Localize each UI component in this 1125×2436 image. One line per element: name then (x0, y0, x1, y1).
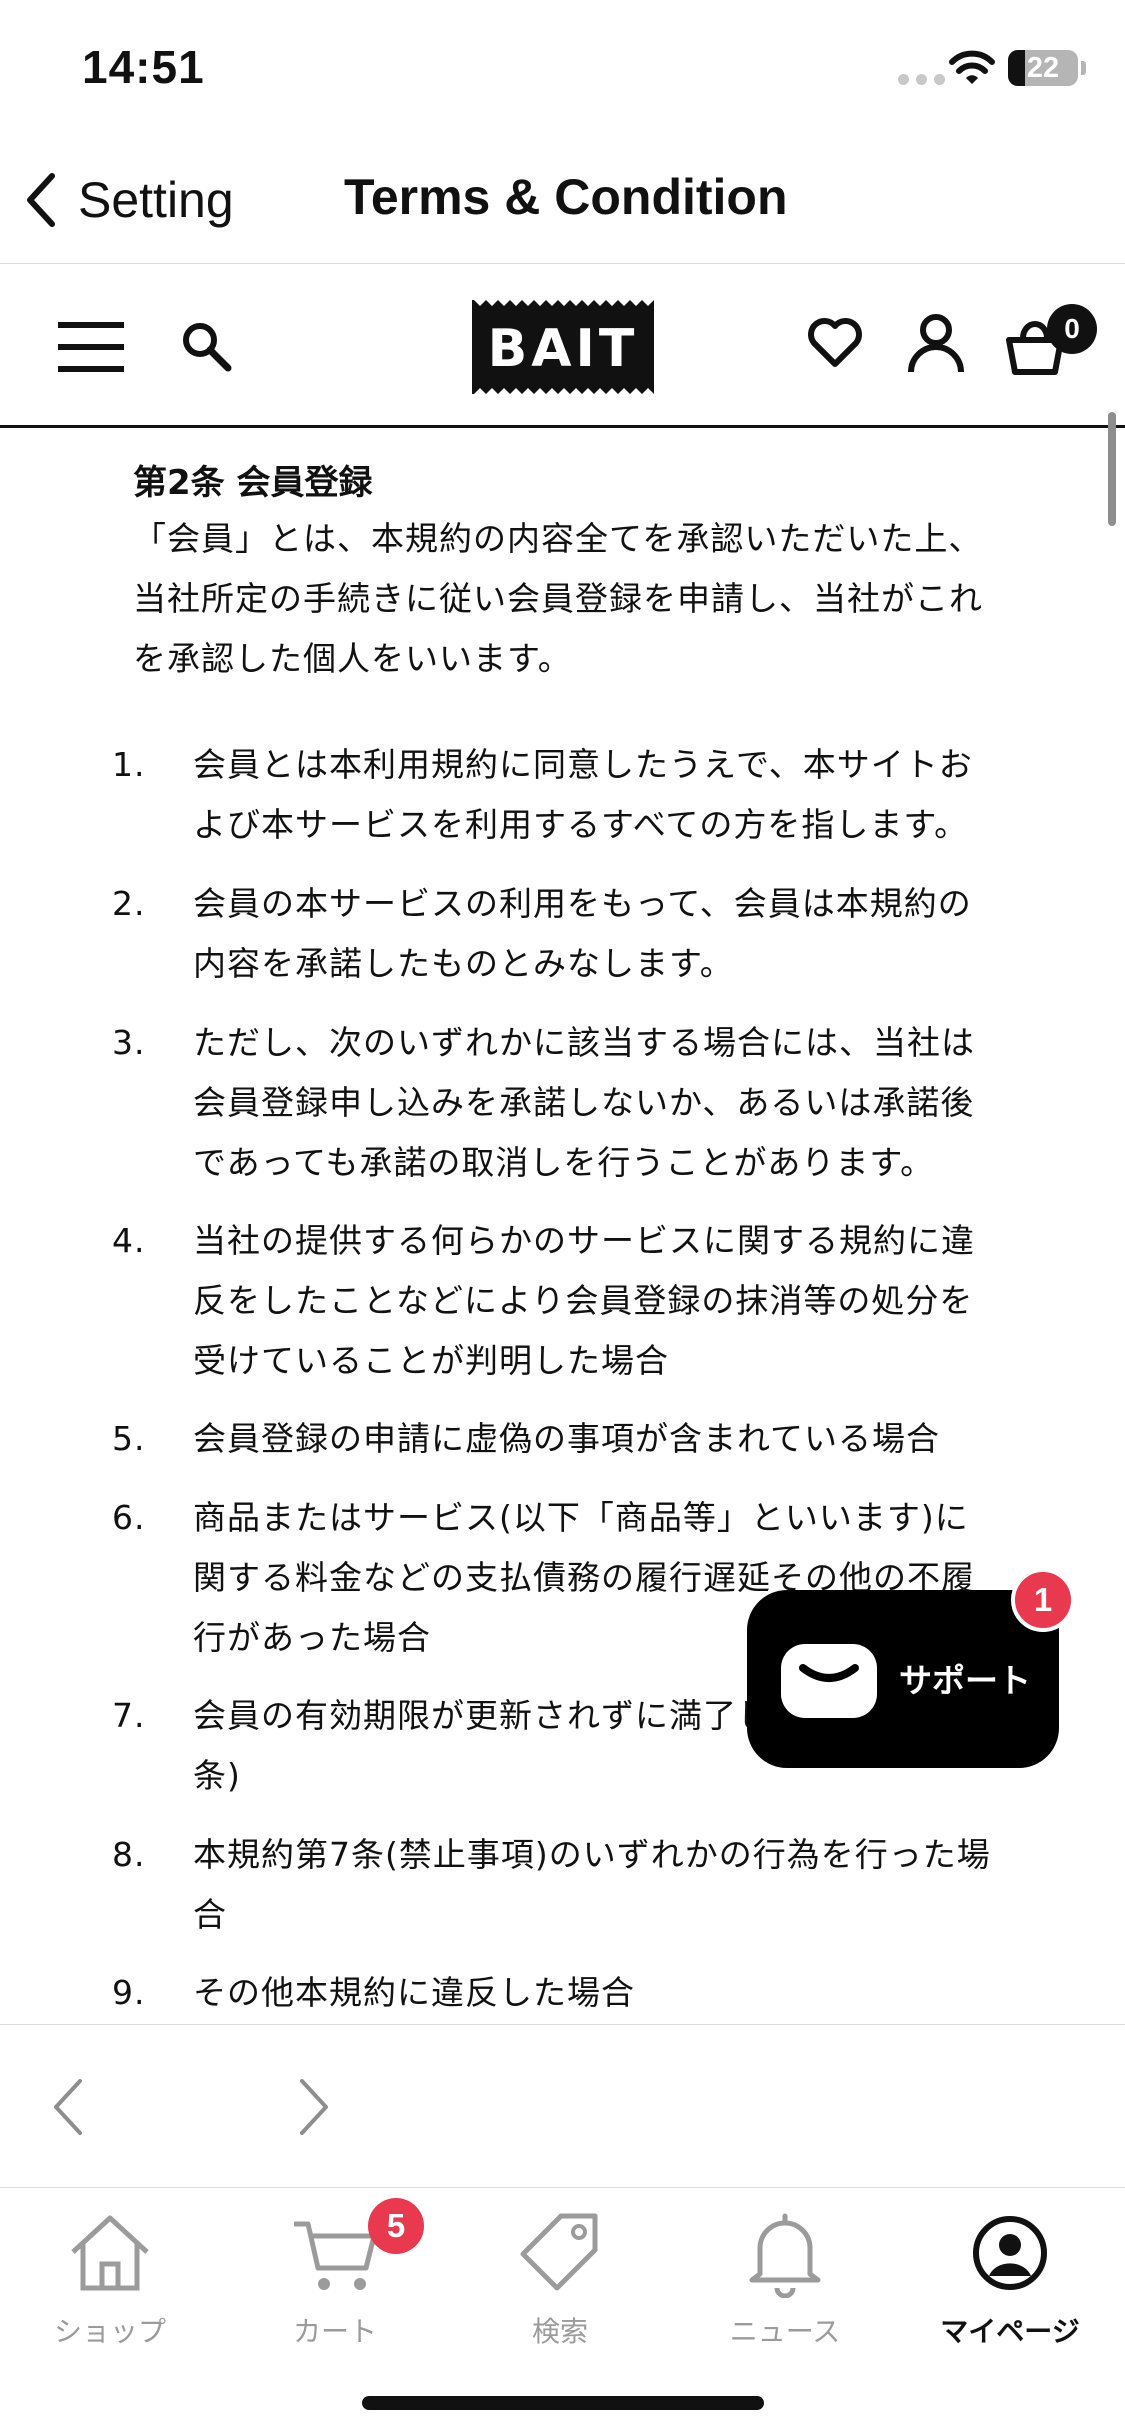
list-item-text: 当社の提供する何らかのサービスに関する規約に違反をしたことなどにより会員登録の抹… (193, 1221, 975, 1380)
cart-count-badge: 0 (1047, 304, 1097, 354)
list-item-text: 会員登録の申請に虚偽の事項が含まれている場合 (193, 1419, 941, 1458)
list-item-number: 4. (112, 1221, 146, 1260)
list-item-number: 9. (112, 1973, 146, 2012)
list-item-text: 会員とは本利用規約に同意したうえで、本サイトおよび本サービスを利用するすべての方… (193, 745, 973, 844)
tab-mypage[interactable]: マイページ (920, 2208, 1100, 2358)
tab-label: マイページ (940, 2315, 1080, 2348)
chat-icon (781, 1644, 877, 1718)
tab-label: ニュース (729, 2315, 841, 2348)
wifi-icon (949, 50, 995, 84)
svg-text:BAIT: BAIT (488, 319, 639, 379)
list-item-number: 6. (112, 1498, 146, 1537)
support-button[interactable]: サポート (747, 1590, 1059, 1768)
battery-level: 22 (1026, 52, 1060, 84)
browser-navigation (0, 2024, 1125, 2188)
list-item-number: 2. (112, 884, 146, 923)
cellular-signal-icon (898, 74, 945, 85)
list-item-number: 1. (112, 745, 146, 784)
account-icon[interactable] (906, 312, 966, 374)
list-item-text: 会員の本サービスの利用をもって、会員は本規約の内容を承諾したものとみなします。 (193, 884, 972, 983)
site-header: BAIT 0 (0, 264, 1125, 428)
tab-shop[interactable]: ショップ (20, 2208, 200, 2358)
support-notification-badge: 1 (1011, 1568, 1075, 1632)
battery-tip (1081, 61, 1086, 75)
chevron-left-icon (27, 173, 55, 227)
home-icon (71, 2215, 149, 2291)
article-intro: 「会員」とは、本規約の内容全てを承認いただいた上、当社所定の手続きに従い会員登録… (133, 519, 983, 678)
tab-label: カート (292, 2315, 377, 2348)
list-item-text: ただし、次のいずれかに該当する場合には、当社は会員登録申し込みを承諾しないか、あ… (193, 1023, 975, 1182)
bait-logo[interactable]: BAIT (472, 300, 654, 394)
tab-label: ショップ (53, 2315, 166, 2348)
terms-content: 第2条 会員登録 「会員」とは、本規約の内容全てを承認いただいた上、当社所定の手… (0, 431, 1125, 2024)
tag-icon (520, 2213, 598, 2291)
cart-icon (294, 2221, 377, 2290)
cart-badge: 5 (368, 2198, 424, 2254)
support-label: サポート (899, 1661, 1031, 1700)
list-item-text: その他本規約に違反した場合 (193, 1973, 635, 2012)
bell-icon (749, 2213, 821, 2298)
list-item-number: 7. (112, 1696, 146, 1735)
chevron-right-icon[interactable] (294, 2075, 334, 2139)
chevron-left-icon[interactable] (48, 2075, 88, 2139)
back-button[interactable]: Setting (20, 160, 234, 240)
status-bar: 14:51 22 (0, 0, 1125, 140)
navigation-header: Setting Terms & Condition (0, 140, 1125, 264)
status-time: 14:51 (82, 41, 205, 93)
list-item-number: 5. (112, 1419, 146, 1458)
tab-search[interactable]: 検索 (470, 2208, 650, 2358)
heart-icon[interactable] (806, 314, 864, 372)
list-item-number: 3. (112, 1023, 146, 1062)
battery-icon: 22 (1008, 50, 1078, 86)
article-title: 第2条 会員登録 (133, 463, 373, 503)
search-icon[interactable] (178, 318, 234, 374)
list-item-text: 本規約第7条(禁止事項)のいずれかの行為を行った場合 (193, 1835, 991, 1934)
home-indicator[interactable] (362, 2396, 764, 2410)
profile-icon (973, 2216, 1047, 2290)
back-label: Setting (78, 172, 234, 228)
list-item-number: 8. (112, 1835, 146, 1874)
tab-label: 検索 (531, 2315, 588, 2348)
tab-news[interactable]: ニュース (695, 2208, 875, 2358)
page-title: Terms & Condition (344, 169, 788, 225)
menu-icon[interactable] (58, 322, 124, 374)
